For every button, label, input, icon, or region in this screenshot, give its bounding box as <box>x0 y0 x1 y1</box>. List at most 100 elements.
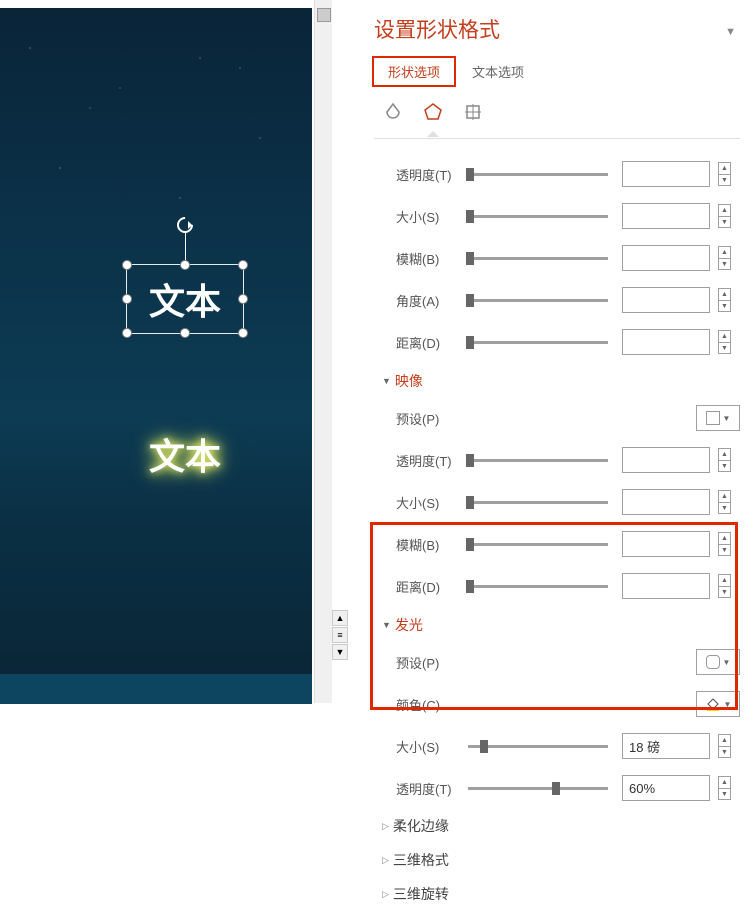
glow-size-slider[interactable] <box>468 745 608 748</box>
shadow-transparency-slider[interactable] <box>468 173 608 176</box>
shadow-distance-label: 距离(D) <box>396 333 460 352</box>
glow-preset-dropdown[interactable]: ▼ <box>696 649 740 675</box>
reflection-distance-slider[interactable] <box>468 585 608 588</box>
glow-transparency-input[interactable] <box>622 775 710 801</box>
shadow-distance-spinner[interactable]: ▲▼ <box>718 330 731 354</box>
shadow-angle-spinner[interactable]: ▲▼ <box>718 288 731 312</box>
shadow-blur-label: 模糊(B) <box>396 249 460 268</box>
glow-text-shape[interactable]: 文本 <box>126 428 244 480</box>
reflection-preset-dropdown[interactable]: ▼ <box>696 405 740 431</box>
format3d-title: 三维格式 <box>393 850 449 870</box>
reflection-transparency-label: 透明度(T) <box>396 451 460 470</box>
reflection-blur-input[interactable] <box>622 531 710 557</box>
reflection-collapse-icon: ▼ <box>382 376 391 386</box>
shadow-distance-row: 距离(D) ▲▼ <box>374 321 740 363</box>
tab-shape-options[interactable]: 形状选项 <box>372 56 456 87</box>
reflection-size-input[interactable] <box>622 489 710 515</box>
options-tabs: 形状选项 文本选项 <box>374 56 740 87</box>
resize-handle-se[interactable] <box>238 328 248 338</box>
shadow-angle-label: 角度(A) <box>396 291 460 310</box>
shadow-blur-input[interactable] <box>622 245 710 271</box>
selected-textbox[interactable]: 文本 <box>126 264 244 334</box>
slide-vertical-scrollbar[interactable] <box>314 0 332 703</box>
pane-dropdown-icon[interactable]: ▼ <box>725 26 736 38</box>
resize-handle-w[interactable] <box>122 294 132 304</box>
resize-handle-ne[interactable] <box>238 260 248 270</box>
rotate3d-expand-icon: ▷ <box>382 889 389 900</box>
reflection-title: 映像 <box>395 371 423 391</box>
reflection-transparency-slider[interactable] <box>468 459 608 462</box>
format-shape-pane: 设置形状格式 ▼ 形状选项 文本选项 透明度(T) ▲▼ 大小(S) ▲▼ 模糊… <box>362 0 754 810</box>
reflection-distance-row: 距离(D) ▲▼ <box>374 565 740 607</box>
shadow-size-input[interactable] <box>622 203 710 229</box>
shadow-size-row: 大小(S) ▲▼ <box>374 195 740 237</box>
shadow-blur-spinner[interactable]: ▲▼ <box>718 246 731 270</box>
reflection-size-spinner[interactable]: ▲▼ <box>718 490 731 514</box>
size-properties-icon[interactable] <box>462 101 484 123</box>
reflection-blur-slider[interactable] <box>468 543 608 546</box>
shadow-blur-slider[interactable] <box>468 257 608 260</box>
reflection-transparency-spinner[interactable]: ▲▼ <box>718 448 731 472</box>
shadow-size-label: 大小(S) <box>396 207 460 226</box>
tab-text-options[interactable]: 文本选项 <box>456 56 540 87</box>
shadow-transparency-row: 透明度(T) ▲▼ <box>374 153 740 195</box>
resize-handle-e[interactable] <box>238 294 248 304</box>
scrollbar-thumb[interactable] <box>317 8 331 22</box>
reflection-blur-row: 模糊(B) ▲▼ <box>374 523 740 565</box>
glow-transparency-label: 透明度(T) <box>396 779 460 798</box>
shadow-angle-row: 角度(A) ▲▼ <box>374 279 740 321</box>
shadow-transparency-input[interactable] <box>622 161 710 187</box>
reflection-distance-spinner[interactable]: ▲▼ <box>718 574 731 598</box>
reflection-transparency-row: 透明度(T) ▲▼ <box>374 439 740 481</box>
shadow-transparency-label: 透明度(T) <box>396 165 460 184</box>
reflection-transparency-input[interactable] <box>622 447 710 473</box>
glow-transparency-spinner[interactable]: ▲▼ <box>718 776 731 800</box>
glow-color-dropdown[interactable]: ▼ <box>696 691 740 717</box>
shadow-angle-input[interactable] <box>622 287 710 313</box>
reflection-distance-input[interactable] <box>622 573 710 599</box>
scroll-toggle-button[interactable]: ≡ <box>332 627 348 643</box>
format3d-header[interactable]: ▷ 三维格式 <box>374 843 740 877</box>
glow-transparency-row: 透明度(T) ▲▼ <box>374 767 740 809</box>
resize-handle-sw[interactable] <box>122 328 132 338</box>
reflection-preset-label: 预设(P) <box>396 409 460 428</box>
slide-preview-area: 文本 文本 <box>0 0 332 703</box>
glow-header[interactable]: ▼ 发光 <box>374 607 740 641</box>
glow-size-spinner[interactable]: ▲▼ <box>718 734 731 758</box>
reflection-size-slider[interactable] <box>468 501 608 504</box>
shadow-size-spinner[interactable]: ▲▼ <box>718 204 731 228</box>
shadow-distance-input[interactable] <box>622 329 710 355</box>
reflection-distance-label: 距离(D) <box>396 577 460 596</box>
reflection-preset-row: 预设(P) ▼ <box>374 397 740 439</box>
glow-size-input[interactable] <box>622 733 710 759</box>
reflection-blur-label: 模糊(B) <box>396 535 460 554</box>
softedge-header[interactable]: ▷ 柔化边缘 <box>374 809 740 843</box>
scroll-up-button[interactable]: ▲ <box>332 610 348 626</box>
shadow-angle-slider[interactable] <box>468 299 608 302</box>
textbox-text: 文本 <box>149 273 221 325</box>
reflection-size-row: 大小(S) ▲▼ <box>374 481 740 523</box>
glow-transparency-slider[interactable] <box>468 787 608 790</box>
glow-title: 发光 <box>395 615 423 635</box>
shadow-size-slider[interactable] <box>468 215 608 218</box>
glow-preset-row: 预设(P) ▼ <box>374 641 740 683</box>
rotate3d-header[interactable]: ▷ 三维旋转 <box>374 877 740 911</box>
glow-size-label: 大小(S) <box>396 737 460 756</box>
shadow-blur-row: 模糊(B) ▲▼ <box>374 237 740 279</box>
rotate-connector <box>185 233 186 260</box>
resize-handle-n[interactable] <box>180 260 190 270</box>
resize-handle-s[interactable] <box>180 328 190 338</box>
fill-line-icon[interactable] <box>382 101 404 123</box>
reflection-header[interactable]: ▼ 映像 <box>374 363 740 397</box>
slide-canvas[interactable]: 文本 文本 <box>0 8 312 704</box>
glow-color-label: 颜色(C) <box>396 695 460 714</box>
scroll-down-button[interactable]: ▼ <box>332 644 348 660</box>
rotate3d-title: 三维旋转 <box>393 884 449 904</box>
softedge-expand-icon: ▷ <box>382 821 389 832</box>
shadow-distance-slider[interactable] <box>468 341 608 344</box>
reflection-blur-spinner[interactable]: ▲▼ <box>718 532 731 556</box>
resize-handle-nw[interactable] <box>122 260 132 270</box>
effects-icon[interactable] <box>422 101 444 123</box>
paint-bucket-icon <box>705 696 721 712</box>
shadow-transparency-spinner[interactable]: ▲▼ <box>718 162 731 186</box>
